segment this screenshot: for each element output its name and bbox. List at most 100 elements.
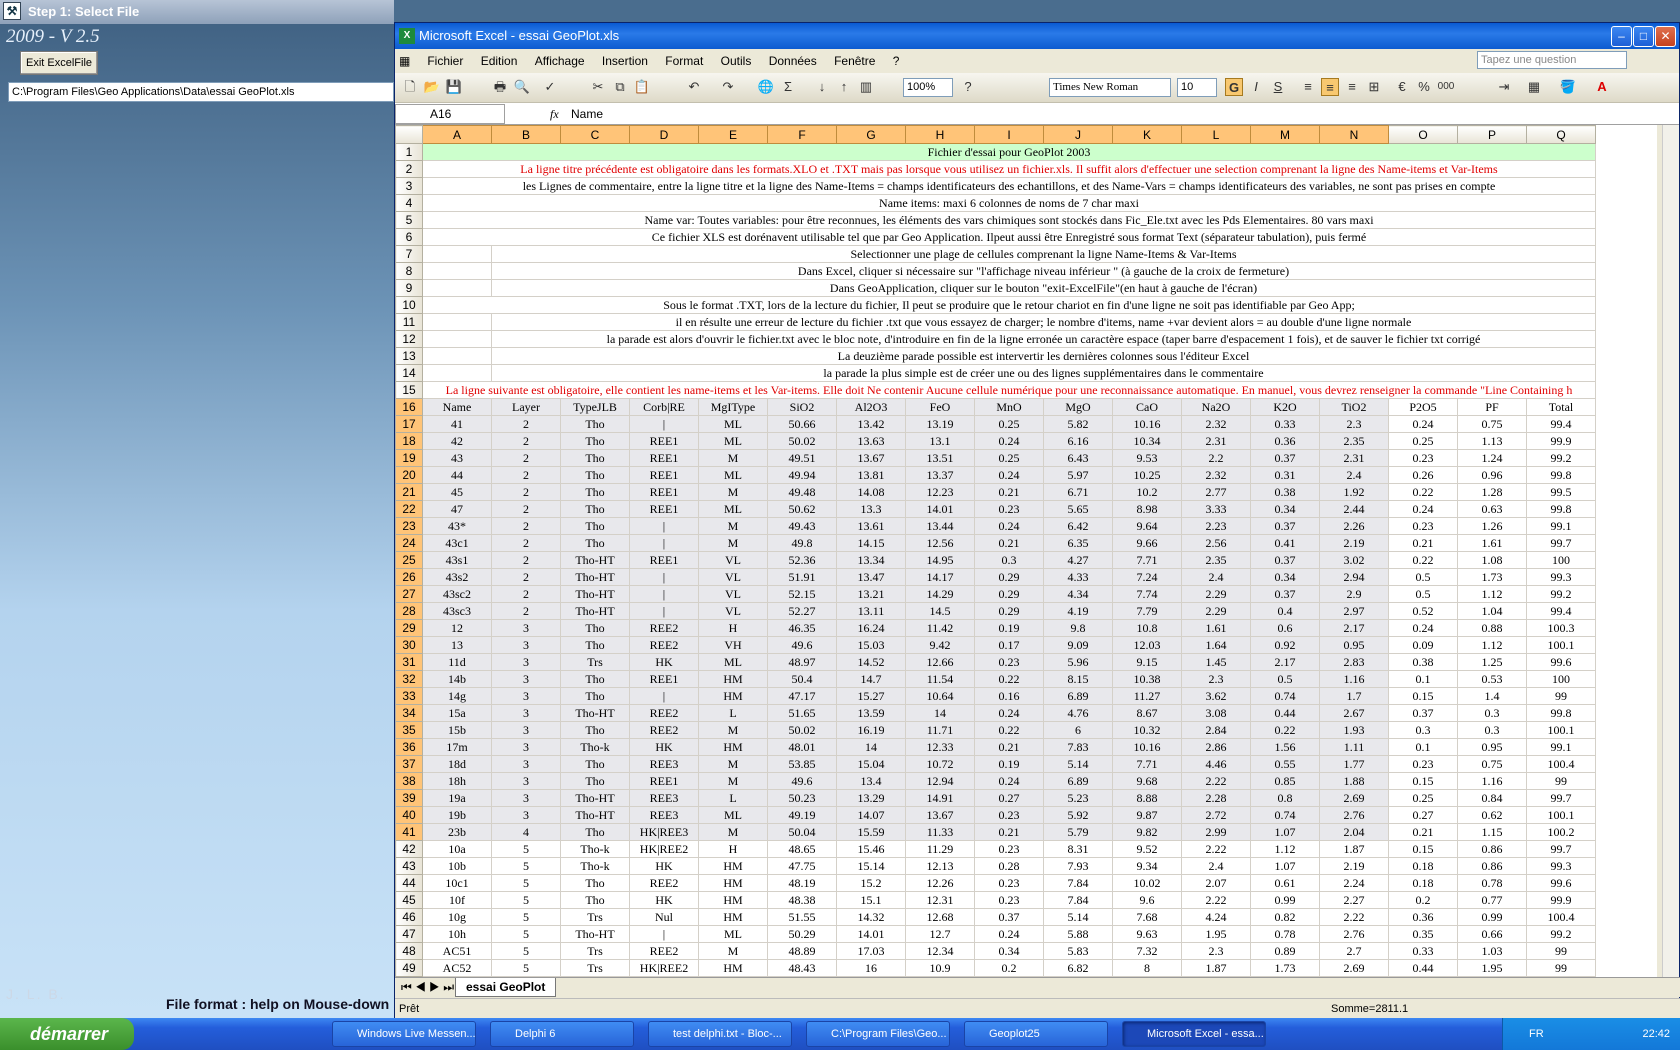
table-cell[interactable]: REE1 — [629, 551, 699, 569]
table-cell[interactable]: 99.8 — [1526, 500, 1596, 518]
table-cell[interactable]: 13.34 — [836, 551, 906, 569]
note-cell[interactable]: la parade la plus simple est de créer un… — [491, 364, 1596, 382]
save-icon[interactable]: 💾 — [445, 78, 463, 96]
table-cell[interactable]: 0.95 — [1319, 636, 1389, 654]
table-cell[interactable]: 10f — [422, 891, 492, 909]
table-cell[interactable]: 0.6 — [1250, 619, 1320, 637]
corner-select-all[interactable] — [395, 125, 423, 144]
sheet-tab[interactable]: essai GeoPlot — [455, 978, 557, 997]
table-cell[interactable]: Tho — [560, 891, 630, 909]
percent-icon[interactable]: % — [1415, 78, 1433, 96]
table-cell[interactable]: 3 — [491, 755, 561, 773]
table-cell[interactable]: 0.23 — [974, 806, 1044, 824]
table-cell[interactable]: 2.76 — [1319, 806, 1389, 824]
table-cell[interactable]: 0.44 — [1388, 959, 1458, 977]
table-cell[interactable]: 0.27 — [974, 789, 1044, 807]
table-cell[interactable]: Trs — [560, 942, 630, 960]
table-cell[interactable]: 13.47 — [836, 568, 906, 586]
table-cell[interactable]: REE2 — [629, 942, 699, 960]
column-header[interactable]: J — [1043, 125, 1113, 144]
table-cell[interactable]: AC51 — [422, 942, 492, 960]
table-cell[interactable]: 13.19 — [905, 415, 975, 433]
table-cell[interactable]: 15b — [422, 721, 492, 739]
table-cell[interactable]: 2 — [491, 432, 561, 450]
table-cell[interactable]: 0.61 — [1250, 874, 1320, 892]
table-cell[interactable]: 13.11 — [836, 602, 906, 620]
table-cell[interactable]: 9.66 — [1112, 534, 1182, 552]
row-header[interactable]: 42 — [395, 840, 423, 858]
row-header[interactable]: 20 — [395, 466, 423, 484]
table-cell[interactable]: Tho — [560, 466, 630, 484]
table-cell[interactable]: 100.3 — [1526, 619, 1596, 637]
table-cell[interactable]: 1.13 — [1457, 432, 1527, 450]
table-cell[interactable]: 5 — [491, 891, 561, 909]
menu-format[interactable]: Format — [658, 49, 710, 73]
table-cell[interactable]: 52.36 — [767, 551, 837, 569]
table-cell[interactable]: 0.18 — [1388, 874, 1458, 892]
table-cell[interactable]: 7.84 — [1043, 891, 1113, 909]
row-header[interactable]: 11 — [395, 313, 423, 331]
table-cell[interactable]: M — [698, 772, 768, 790]
table-cell[interactable]: 10.16 — [1112, 415, 1182, 433]
table-cell[interactable]: Tho — [560, 721, 630, 739]
table-cell[interactable]: 5.92 — [1043, 806, 1113, 824]
table-cell[interactable]: 2.4 — [1181, 568, 1251, 586]
table-cell[interactable]: 99.3 — [1526, 568, 1596, 586]
copy-icon[interactable]: ⧉ — [611, 78, 629, 96]
sort-asc-icon[interactable]: ↓ — [813, 78, 831, 96]
header-cell[interactable]: K2O — [1250, 398, 1320, 416]
row-header[interactable]: 29 — [395, 619, 423, 637]
table-cell[interactable]: 13.37 — [905, 466, 975, 484]
table-cell[interactable]: 2.7 — [1319, 942, 1389, 960]
table-cell[interactable]: 0.74 — [1250, 806, 1320, 824]
table-cell[interactable]: 99.7 — [1526, 789, 1596, 807]
table-cell[interactable]: 9.8 — [1043, 619, 1113, 637]
table-cell[interactable]: 3 — [491, 619, 561, 637]
table-cell[interactable]: Tho — [560, 432, 630, 450]
table-cell[interactable]: 1.11 — [1319, 738, 1389, 756]
table-cell[interactable]: 1.64 — [1181, 636, 1251, 654]
sort-desc-icon[interactable]: ↑ — [835, 78, 853, 96]
table-cell[interactable]: 0.38 — [1250, 483, 1320, 501]
table-cell[interactable]: 3 — [491, 738, 561, 756]
menu-insertion[interactable]: Insertion — [595, 49, 655, 73]
table-cell[interactable]: 1.87 — [1319, 840, 1389, 858]
table-cell[interactable]: 14.01 — [905, 500, 975, 518]
column-header[interactable]: P — [1457, 125, 1527, 144]
table-cell[interactable]: 1.77 — [1319, 755, 1389, 773]
task-explorer[interactable]: C:\Program Files\Geo... — [806, 1021, 950, 1047]
table-cell[interactable]: 5.23 — [1043, 789, 1113, 807]
table-cell[interactable]: 0.18 — [1388, 857, 1458, 875]
table-cell[interactable]: Tho-k — [560, 857, 630, 875]
table-cell[interactable]: 0.21 — [974, 823, 1044, 841]
maximize-button[interactable]: □ — [1633, 26, 1654, 47]
indent-icon[interactable]: ⇥ — [1495, 78, 1513, 96]
note-cell[interactable]: Ce fichier XLS est dorénavent utilisable… — [422, 228, 1596, 246]
table-cell[interactable]: HM — [698, 874, 768, 892]
table-cell[interactable]: 3 — [491, 687, 561, 705]
table-cell[interactable]: 2.9 — [1319, 585, 1389, 603]
table-cell[interactable]: 5.14 — [1043, 908, 1113, 926]
row-header[interactable]: 3 — [395, 177, 423, 195]
ask-question-box[interactable]: Tapez une question — [1477, 51, 1627, 69]
table-cell[interactable]: 12.94 — [905, 772, 975, 790]
table-cell[interactable]: 2.83 — [1319, 653, 1389, 671]
header-cell[interactable]: P2O5 — [1388, 398, 1458, 416]
header-cell[interactable]: SiO2 — [767, 398, 837, 416]
table-cell[interactable]: 13.42 — [836, 415, 906, 433]
table-cell[interactable]: 0.25 — [974, 415, 1044, 433]
table-cell[interactable]: 99.4 — [1526, 415, 1596, 433]
table-cell[interactable]: 6.42 — [1043, 517, 1113, 535]
table-cell[interactable]: 7.71 — [1112, 551, 1182, 569]
table-cell[interactable]: 11.71 — [905, 721, 975, 739]
table-cell[interactable]: 5 — [491, 857, 561, 875]
start-button[interactable]: démarrer — [0, 1018, 134, 1050]
table-cell[interactable]: 1.88 — [1319, 772, 1389, 790]
table-cell[interactable]: 5.96 — [1043, 653, 1113, 671]
table-cell[interactable]: 3.08 — [1181, 704, 1251, 722]
row-header[interactable]: 34 — [395, 704, 423, 722]
table-cell[interactable]: 2 — [491, 517, 561, 535]
table-cell[interactable]: 44 — [422, 466, 492, 484]
table-cell[interactable]: 15.27 — [836, 687, 906, 705]
table-cell[interactable]: 50.62 — [767, 500, 837, 518]
